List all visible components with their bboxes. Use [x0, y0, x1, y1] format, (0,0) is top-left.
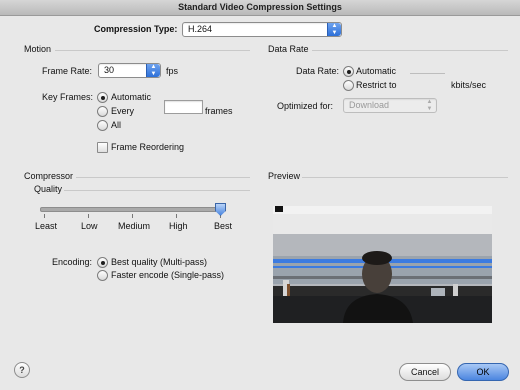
encoding-best-quality-radio[interactable]	[97, 257, 108, 268]
help-icon: ?	[19, 365, 25, 375]
quality-slider-track[interactable]	[40, 207, 226, 212]
preview-section-title: Preview	[268, 171, 301, 181]
key-frames-all-label: All	[111, 120, 122, 130]
encoding-faster-label: Faster encode (Single-pass)	[111, 270, 225, 280]
frame-rate-unit: fps	[166, 66, 179, 76]
quality-tick-label: Medium	[118, 221, 151, 231]
frame-rate-label: Frame Rate:	[42, 66, 93, 76]
quality-tick	[132, 214, 133, 218]
frame-reordering-checkbox[interactable]	[97, 142, 108, 153]
optimized-for-value: Download	[349, 100, 390, 110]
compression-type-label: Compression Type:	[94, 24, 178, 34]
window-title: Standard Video Compression Settings	[0, 0, 520, 16]
motion-section-title: Motion	[24, 44, 52, 54]
data-rate-restrict-radio[interactable]	[343, 80, 354, 91]
key-frames-every-radio[interactable]	[97, 106, 108, 117]
data-rate-automatic-radio[interactable]	[343, 66, 354, 77]
preview-divider	[302, 177, 508, 178]
data-rate-label: Data Rate:	[296, 66, 340, 76]
key-frames-automatic-label: Automatic	[111, 92, 152, 102]
data-rate-unit: kbits/sec	[451, 80, 487, 90]
data-rate-restrict-label: Restrict to	[356, 80, 397, 90]
data-rate-field-underline	[410, 73, 445, 74]
key-frames-label: Key Frames:	[42, 92, 94, 102]
up-down-arrows-icon: ▲ ▼	[146, 64, 160, 77]
motion-divider	[55, 50, 250, 51]
compressor-divider	[76, 177, 250, 178]
compression-type-popup[interactable]: H.264 ▲ ▼	[182, 22, 342, 37]
encoding-faster-radio[interactable]	[97, 270, 108, 281]
quality-tick	[176, 214, 177, 218]
quality-tick-label: Least	[35, 221, 58, 231]
compressor-section-title: Compressor	[24, 171, 74, 181]
key-frames-every-field[interactable]	[164, 100, 203, 114]
encoding-best-quality-label: Best quality (Multi-pass)	[111, 257, 208, 267]
data-rate-divider	[312, 50, 508, 51]
data-rate-section-title: Data Rate	[268, 44, 309, 54]
compression-type-value: H.264	[188, 24, 213, 34]
ok-button[interactable]: OK	[457, 363, 509, 381]
quality-tick	[88, 214, 89, 218]
quality-divider	[64, 190, 250, 191]
quality-slider-thumb[interactable]	[215, 203, 226, 216]
quality-tick-label: Low	[81, 221, 98, 231]
key-frames-every-label: Every	[111, 106, 135, 116]
quality-tick-label: Best	[214, 221, 233, 231]
optimized-for-label: Optimized for:	[277, 101, 334, 111]
key-frames-all-radio[interactable]	[97, 120, 108, 131]
help-button[interactable]: ?	[14, 362, 30, 378]
key-frames-automatic-radio[interactable]	[97, 92, 108, 103]
frame-rate-value: 30	[104, 65, 115, 75]
quality-label: Quality	[34, 184, 63, 194]
encoding-label: Encoding:	[52, 257, 93, 267]
quality-tick-label: High	[169, 221, 188, 231]
cancel-button[interactable]: Cancel	[399, 363, 451, 381]
data-rate-automatic-label: Automatic	[356, 66, 397, 76]
frame-reordering-label: Frame Reordering	[111, 142, 185, 152]
optimized-for-popup[interactable]: Download ▲ ▼	[343, 98, 437, 113]
up-down-arrows-icon: ▲ ▼	[426, 99, 433, 112]
preview-image	[273, 206, 492, 323]
up-down-arrows-icon: ▲ ▼	[327, 23, 341, 36]
quality-tick	[44, 214, 45, 218]
frames-unit: frames	[205, 106, 233, 116]
frame-rate-combo[interactable]: 30 ▲ ▼	[98, 63, 161, 78]
